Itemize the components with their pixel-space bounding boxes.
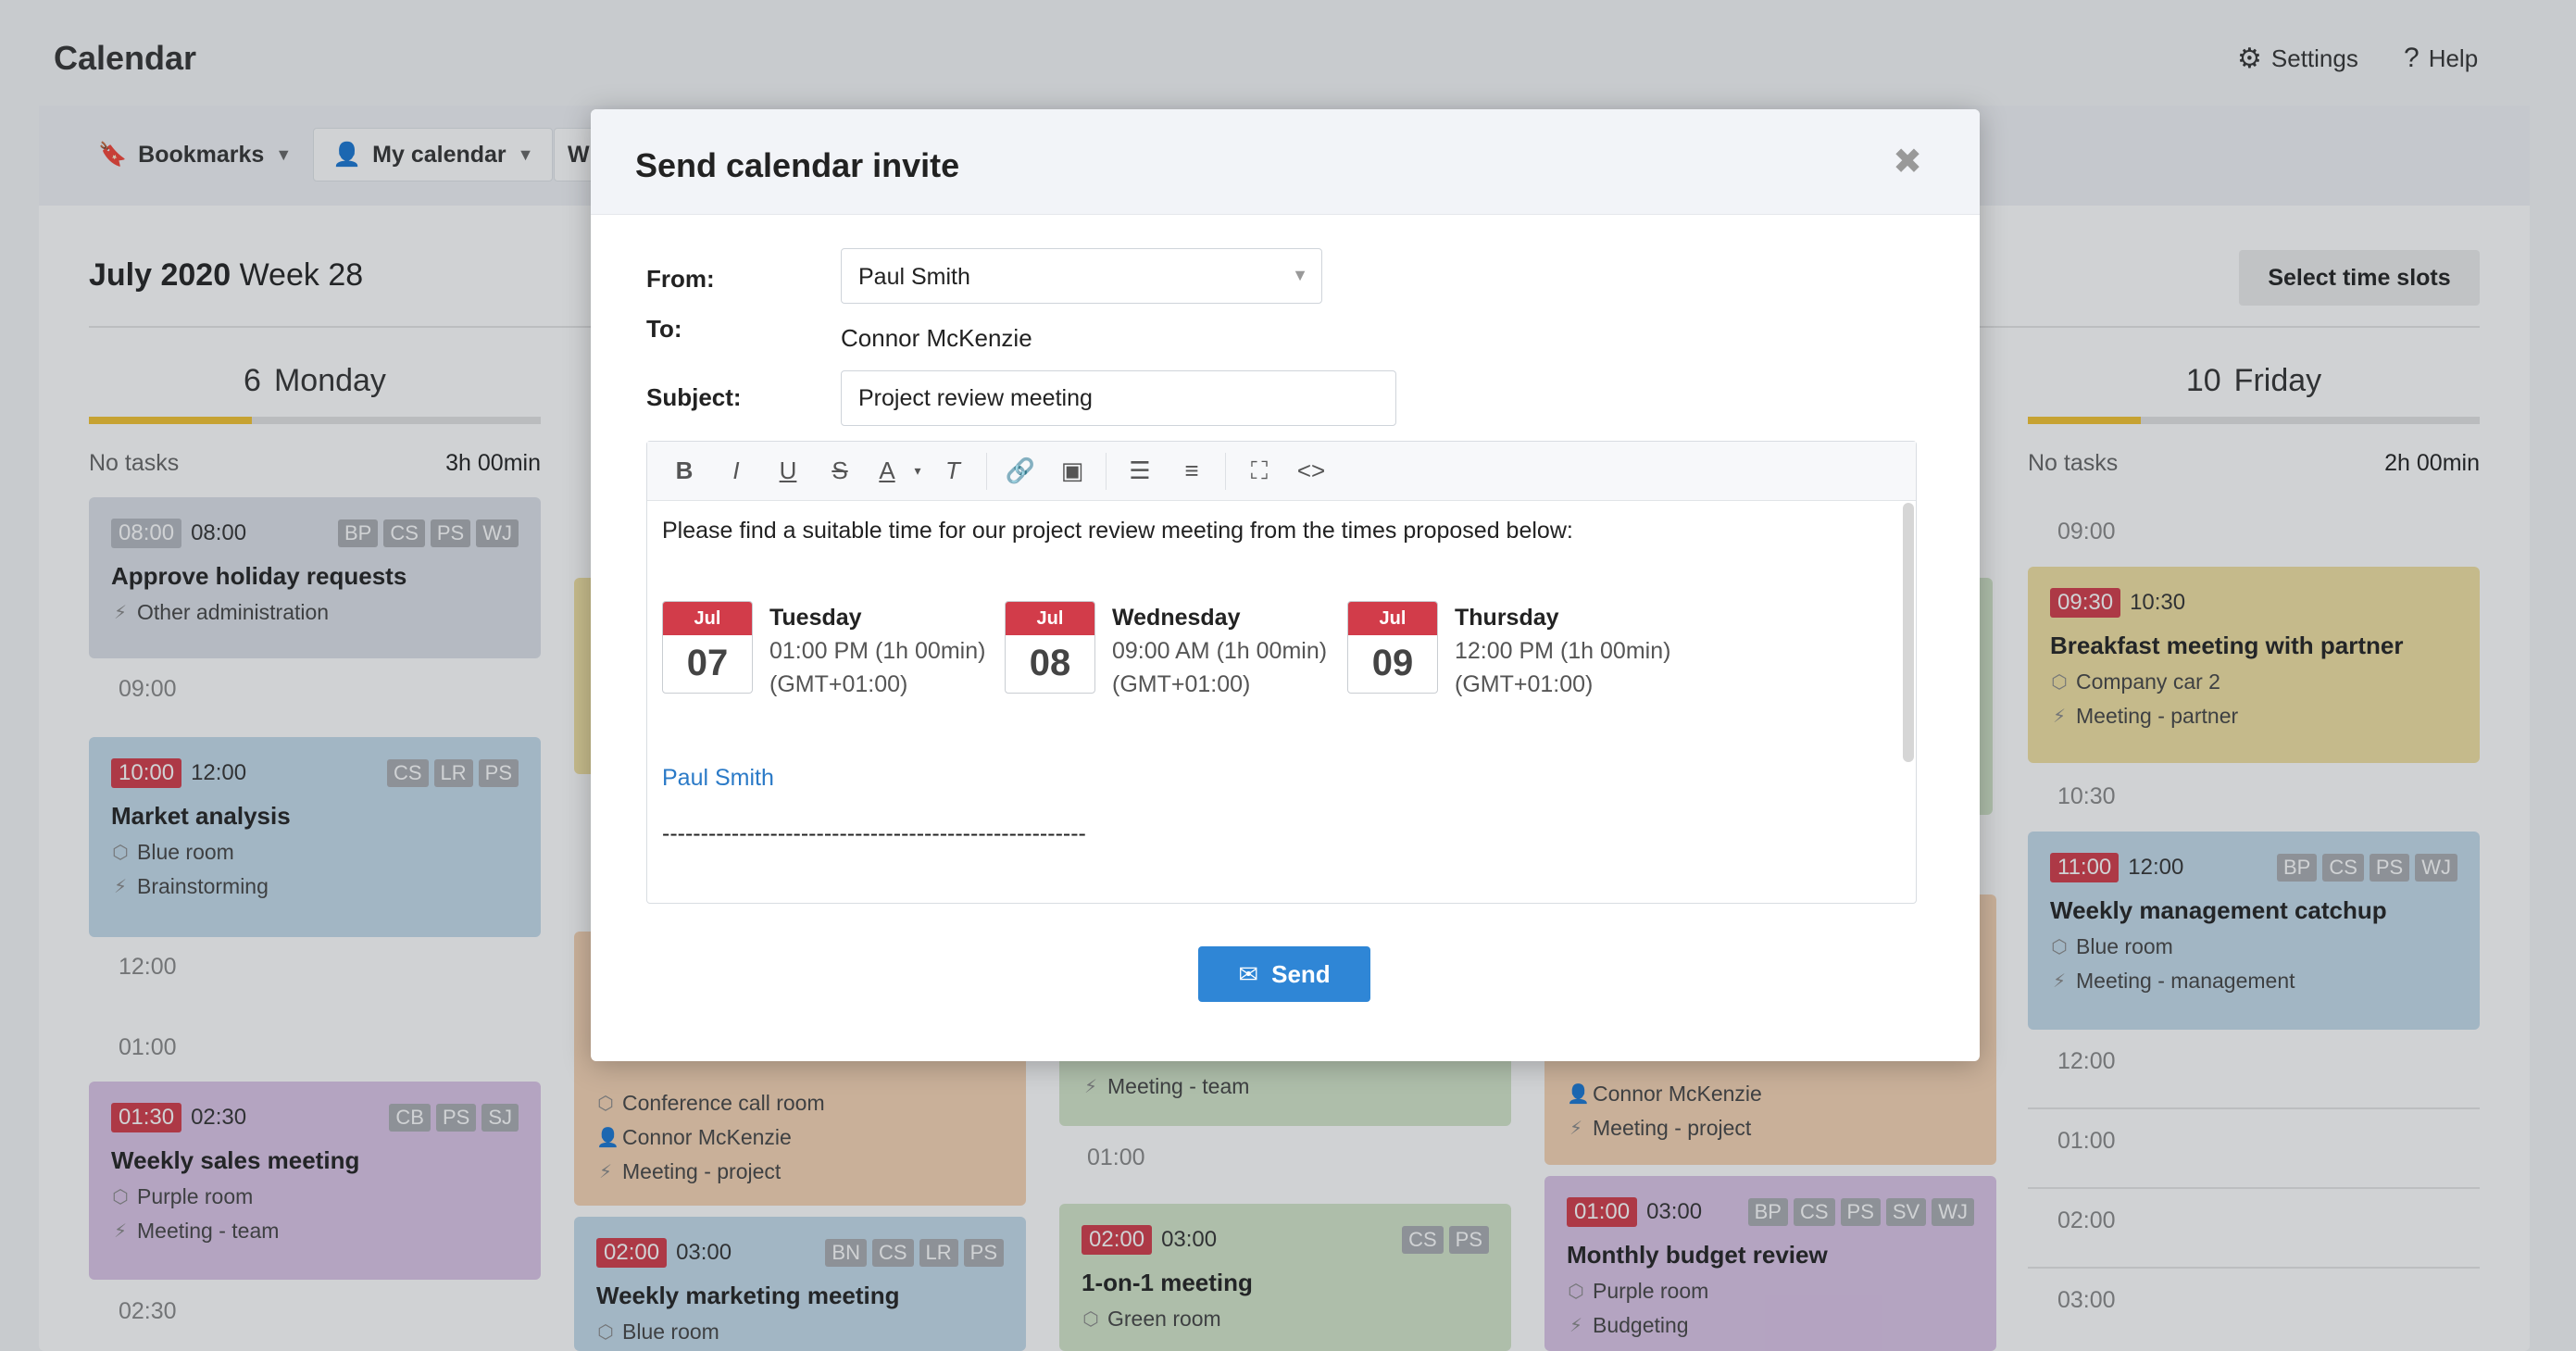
editor-body[interactable]: Please find a suitable time for our proj… xyxy=(647,501,1916,846)
slot-weekday: Tuesday xyxy=(769,605,862,631)
slot-details: Wednesday 09:00 AM (1h 00min) (GMT+01:00… xyxy=(1112,601,1327,701)
slot-details: Tuesday 01:00 PM (1h 00min) (GMT+01:00) xyxy=(769,601,985,701)
from-select[interactable]: Paul Smith ▼ xyxy=(841,248,1322,304)
slot-time: 01:00 PM (1h 00min) xyxy=(769,638,986,664)
invite-intro-text: Please find a suitable time for our proj… xyxy=(662,518,1573,544)
underline-icon[interactable]: U xyxy=(762,442,814,501)
calendar-date-icon: Jul 08 xyxy=(1005,601,1095,694)
toolbar-separator xyxy=(1106,452,1107,490)
slot-timezone: (GMT+01:00) xyxy=(1455,671,1594,697)
subject-input[interactable] xyxy=(841,370,1396,426)
subject-label: Subject: xyxy=(646,383,742,411)
fullscreen-icon[interactable]: ⛶ xyxy=(1233,442,1285,501)
signature-link[interactable]: Paul Smith xyxy=(662,765,774,792)
separator-line: ----------------------------------------… xyxy=(662,820,1086,846)
slot-time: 09:00 AM (1h 00min) xyxy=(1112,638,1328,664)
send-button[interactable]: ✉ Send xyxy=(1198,946,1370,1002)
from-label: From: xyxy=(646,265,715,293)
date-day: 07 xyxy=(686,643,729,683)
calendar-date-icon: Jul 07 xyxy=(662,601,753,694)
italic-icon[interactable]: I xyxy=(710,442,762,501)
rich-text-editor: B I U S A ▾ T 🔗 ▣ ☰ ≡ ⛶ <> Please find a… xyxy=(646,441,1917,904)
slot-weekday: Thursday xyxy=(1455,605,1559,631)
link-icon[interactable]: 🔗 xyxy=(994,442,1046,501)
slot-time: 12:00 PM (1h 00min) xyxy=(1455,638,1671,664)
date-day: 08 xyxy=(1029,643,1071,683)
toolbar-separator xyxy=(986,452,987,490)
proposed-slot: Jul 09 Thursday 12:00 PM (1h 00min) (GMT… xyxy=(1347,601,1670,701)
code-view-icon[interactable]: <> xyxy=(1285,442,1337,501)
close-icon[interactable]: ✖ xyxy=(1893,141,1922,182)
bullet-list-icon[interactable]: ☰ xyxy=(1114,442,1166,501)
dialog-header: Send calendar invite ✖ xyxy=(591,109,1980,215)
date-day: 09 xyxy=(1371,643,1414,683)
slot-timezone: (GMT+01:00) xyxy=(769,671,908,697)
dialog-title: Send calendar invite xyxy=(635,146,960,184)
to-value: Connor McKenzie xyxy=(841,324,1032,352)
to-label: To: xyxy=(646,315,682,343)
send-label: Send xyxy=(1271,959,1331,988)
send-invite-dialog: Send calendar invite ✖ From: Paul Smith … xyxy=(591,109,1980,1061)
slot-weekday: Wednesday xyxy=(1112,605,1241,631)
bold-icon[interactable]: B xyxy=(658,442,710,501)
numbered-list-icon[interactable]: ≡ xyxy=(1166,442,1218,501)
clear-format-icon[interactable]: T xyxy=(927,442,979,501)
date-month: Jul xyxy=(1006,602,1094,635)
slot-details: Thursday 12:00 PM (1h 00min) (GMT+01:00) xyxy=(1455,601,1670,701)
chevron-down-icon: ▼ xyxy=(1292,266,1308,284)
date-month: Jul xyxy=(1348,602,1437,635)
proposed-slot: Jul 07 Tuesday 01:00 PM (1h 00min) (GMT+… xyxy=(662,601,985,701)
proposed-slot: Jul 08 Wednesday 09:00 AM (1h 00min) (GM… xyxy=(1005,601,1327,701)
text-color-icon[interactable]: A xyxy=(866,442,908,501)
envelope-icon: ✉ xyxy=(1238,959,1259,988)
image-icon[interactable]: ▣ xyxy=(1046,442,1098,501)
date-month: Jul xyxy=(663,602,752,635)
slot-timezone: (GMT+01:00) xyxy=(1112,671,1251,697)
toolbar-separator xyxy=(1225,452,1226,490)
strikethrough-icon[interactable]: S xyxy=(814,442,866,501)
editor-toolbar: B I U S A ▾ T 🔗 ▣ ☰ ≡ ⛶ <> xyxy=(647,442,1916,501)
calendar-date-icon: Jul 09 xyxy=(1347,601,1438,694)
chevron-down-icon[interactable]: ▾ xyxy=(908,442,927,501)
from-value: Paul Smith xyxy=(858,264,970,290)
